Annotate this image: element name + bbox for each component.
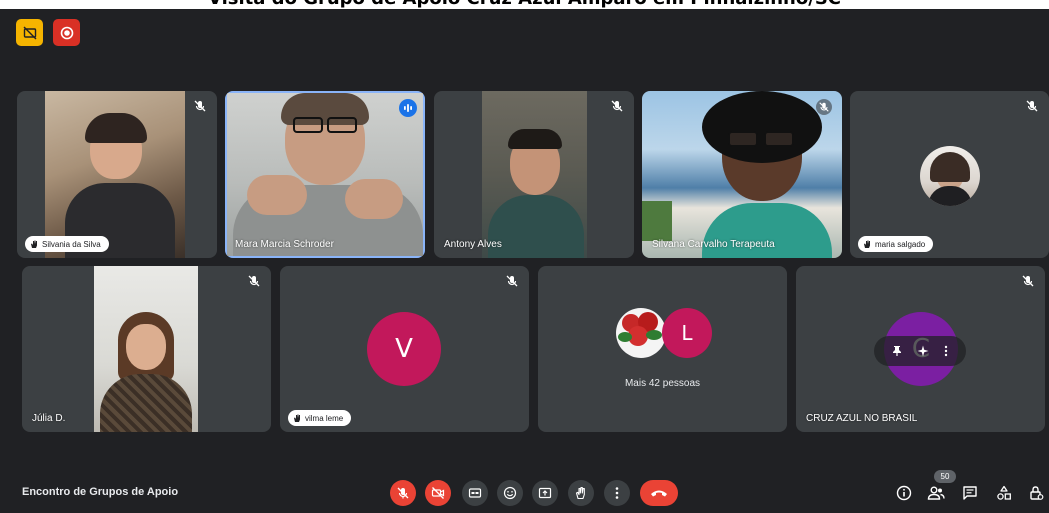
participant-name-chip: maria salgado [858,236,934,252]
tile-hover-controls [874,336,966,366]
muted-mic-icon [247,274,261,288]
participant-tile[interactable]: V vilma leme [280,266,529,432]
raised-hand-icon [31,240,37,248]
participant-name-chip: vilma leme [288,410,352,426]
top-banner: Visita do Grupo de Apoio Cruz Azul Ampar… [0,0,1049,9]
others-count-label: Mais 42 pessoas [624,378,701,389]
present-button[interactable] [532,480,558,506]
muted-mic-icon [505,274,519,288]
muted-mic-icon [816,99,832,115]
participant-name: Silvania da Silva [42,239,101,249]
participant-name: Júlia D. [32,413,66,424]
participant-count-badge: 50 [934,470,956,483]
participant-name-chip: Silvania da Silva [25,236,109,252]
chat-button[interactable] [960,483,980,503]
activities-icon [997,485,1011,500]
mic-off-icon [397,487,409,499]
participant-video [642,91,842,258]
participant-video [94,266,198,432]
toggle-camera-button[interactable] [425,480,451,506]
participant-tile[interactable]: C CRUZ AZUL NO BRASIL [796,266,1045,432]
more-options-icon [615,487,619,499]
participant-tile[interactable]: Silvania da Silva [17,91,217,258]
people-icon [927,486,945,500]
participant-name: Mara Marcia Schroder [235,239,334,250]
more-vert-icon[interactable] [944,345,948,357]
activities-button[interactable] [994,483,1014,503]
avatar-letter: V [395,334,413,364]
hang-up-icon [651,490,667,497]
present-screen-icon [538,487,552,499]
participant-tile[interactable]: Antony Alves [434,91,634,258]
participant-name: vilma leme [305,413,344,423]
avatar-letter: L [681,321,693,345]
host-controls-icon [1030,486,1044,500]
captions-off-icon [23,26,36,39]
chat-icon [963,486,977,500]
camera-off-icon [431,487,445,499]
raise-hand-icon [575,486,585,500]
toggle-mic-button[interactable] [390,480,416,506]
muted-mic-icon [1025,99,1039,113]
host-controls-button[interactable] [1026,483,1046,503]
participant-avatar [920,146,980,206]
participant-video [482,91,587,258]
participant-tile[interactable]: Júlia D. [22,266,271,432]
muted-mic-icon [610,99,624,113]
participant-name: maria salgado [875,239,926,249]
raised-hand-icon [864,240,870,248]
participant-avatar: V [367,312,441,386]
more-options-button[interactable] [604,480,630,506]
recording-icon [60,26,73,39]
participant-tile[interactable]: maria salgado [850,91,1049,258]
captions-icon [468,488,482,498]
participant-name: Antony Alves [444,239,502,250]
participant-name: Silvana Carvalho Terapeuta [652,239,775,250]
banner-title: Visita do Grupo de Apoio Cruz Azul Ampar… [0,0,1049,9]
captions-button[interactable] [462,480,488,506]
participant-video [45,91,185,258]
meeting-title: Encontro de Grupos de Apoio [22,486,179,498]
raised-hand-icon [294,414,300,422]
muted-mic-icon [193,99,207,113]
raise-hand-button[interactable] [568,480,594,506]
emoji-icon [503,486,517,500]
effects-icon[interactable] [917,345,929,357]
others-tile[interactable]: L Mais 42 pessoas [538,266,787,432]
muted-mic-icon [1021,274,1035,288]
participant-video [227,93,423,256]
meeting-details-button[interactable] [894,483,914,503]
recording-badge[interactable] [53,19,80,46]
info-icon [896,485,912,501]
speaking-indicator-icon [399,99,417,117]
reactions-button[interactable] [497,480,523,506]
participant-tile-speaking[interactable]: Mara Marcia Schroder [225,91,425,258]
participant-name: CRUZ AZUL NO BRASIL [806,413,918,424]
captions-off-badge[interactable] [16,19,43,46]
other-participant-avatar-letter: L [662,308,712,358]
participant-tile[interactable]: Silvana Carvalho Terapeuta [642,91,842,258]
people-button[interactable] [926,483,946,503]
leave-call-button[interactable] [640,480,678,506]
pin-icon[interactable] [892,345,902,357]
other-participant-avatar [616,308,666,358]
